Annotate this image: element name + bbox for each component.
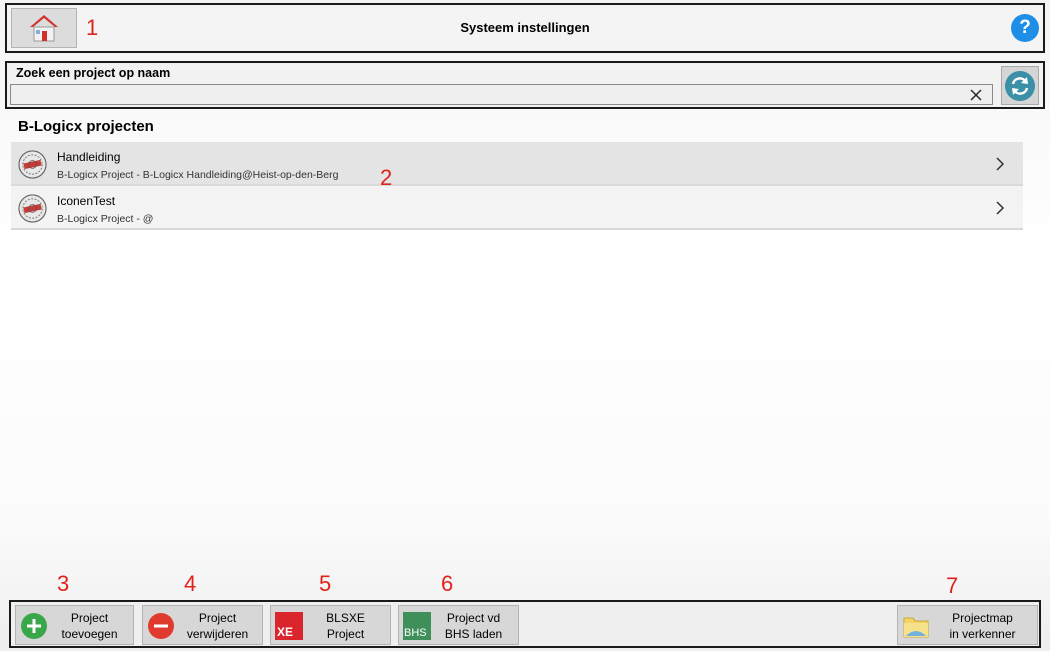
bottom-toolbar: Project toevoegen Project verwijderen XE… — [9, 600, 1041, 648]
blsxe-project-button[interactable]: XE BLSXE Project — [270, 605, 391, 645]
folder-label-2: in verkenner — [949, 627, 1016, 641]
xe-icon: XE — [275, 612, 303, 640]
annotation-number: 6 — [441, 571, 454, 596]
search-input[interactable] — [10, 84, 993, 105]
folder-icon — [903, 617, 929, 638]
list-item[interactable]: IconenTest B-Logicx Project - @ — [11, 186, 1023, 230]
search-panel: Zoek een project op naam — [5, 61, 1045, 109]
folder-label-1: Projectmap — [952, 611, 1013, 625]
blsxe-label-2: Project — [326, 627, 365, 641]
remove-project-label-2: verwijderen — [186, 627, 249, 641]
project-name: Handleiding — [57, 150, 121, 164]
project-subtitle: B-Logicx Project - B-Logicx Handleiding@… — [57, 169, 339, 181]
blsxe-label-1: BLSXE — [326, 611, 365, 625]
add-project-label-1: Project — [70, 611, 109, 625]
refresh-button[interactable] — [1001, 66, 1039, 105]
add-project-label-2: toevoegen — [61, 627, 118, 641]
bhs-label-1: Project vd — [446, 611, 501, 625]
bhs-load-button[interactable]: BHS Project vd BHS laden — [398, 605, 519, 645]
plus-circle-icon — [21, 613, 47, 639]
annotation-number: 4 — [184, 571, 197, 596]
list-item[interactable]: Handleiding B-Logicx Project - B-Logicx … — [11, 142, 1023, 186]
section-title: B-Logicx projecten — [18, 118, 154, 135]
chevron-right-icon — [996, 201, 1005, 215]
bhs-icon-text: BHS — [404, 627, 427, 639]
help-icon[interactable]: ? — [1011, 14, 1039, 42]
header-bar: Systeem instellingen ? — [5, 3, 1045, 53]
annotation-number: 3 — [57, 571, 70, 596]
annotation-number: 5 — [319, 571, 332, 596]
refresh-icon — [1005, 70, 1035, 101]
open-project-folder-button[interactable]: Projectmap in verkenner — [897, 605, 1038, 645]
bhs-icon: BHS — [403, 612, 431, 640]
minus-circle-icon — [148, 613, 174, 639]
bhs-label-2: BHS laden — [444, 627, 503, 641]
project-subtitle: B-Logicx Project - @ — [57, 213, 154, 225]
project-list: Handleiding B-Logicx Project - B-Logicx … — [11, 142, 1023, 230]
chevron-right-icon — [996, 157, 1005, 171]
remove-project-label-1: Project — [198, 611, 237, 625]
annotation-number: 2 — [380, 165, 393, 190]
add-project-button[interactable]: Project toevoegen — [15, 605, 134, 645]
remove-project-button[interactable]: Project verwijderen — [142, 605, 263, 645]
project-stamp-icon — [18, 150, 47, 179]
xe-icon-text: XE — [277, 625, 294, 639]
project-stamp-icon — [18, 194, 47, 223]
page-title: Systeem instellingen — [460, 20, 590, 35]
clear-icon[interactable] — [967, 86, 985, 104]
annotation-number: 1 — [86, 15, 99, 40]
search-label: Zoek een project op naam — [16, 66, 171, 80]
annotation-number: 7 — [946, 573, 959, 598]
project-name: IconenTest — [57, 194, 116, 208]
